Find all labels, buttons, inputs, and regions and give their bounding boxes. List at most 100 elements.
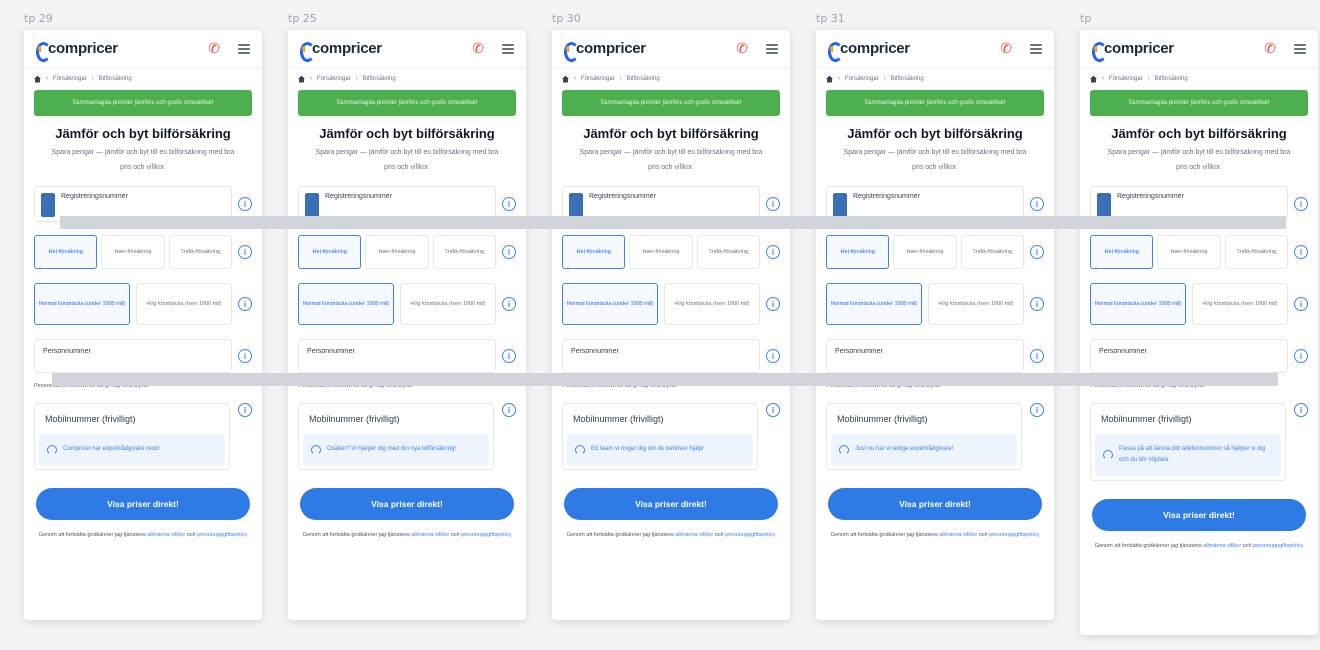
info-icon[interactable]: i [1030, 349, 1044, 363]
coverage-option-full[interactable]: Hel-försäkring [562, 235, 626, 269]
info-icon[interactable]: i [1294, 297, 1308, 311]
personal-number-input[interactable]: Personnummer [298, 339, 496, 373]
mileage-option-normal[interactable]: Normal körsträcka (under 1000 mil) [826, 283, 922, 325]
privacy-link[interactable]: personuppgiftspolicy [197, 532, 247, 538]
home-icon[interactable] [34, 75, 41, 83]
privacy-link[interactable]: personuppgiftspolicy [989, 532, 1039, 538]
brand-logo[interactable]: compricer [828, 40, 910, 62]
home-icon[interactable] [826, 75, 833, 83]
info-icon[interactable]: i [502, 245, 516, 259]
info-icon[interactable]: i [766, 403, 780, 417]
breadcrumb-item[interactable]: Försäkringar [1109, 76, 1143, 82]
coverage-option-traffic[interactable]: Trafik-försäkring [1224, 235, 1288, 269]
breadcrumb-item[interactable]: Försäkringar [845, 76, 879, 82]
brand-logo[interactable]: compricer [1092, 40, 1174, 62]
info-icon[interactable]: i [1030, 197, 1044, 211]
coverage-option-half[interactable]: Halv-försäkring [893, 235, 957, 269]
coverage-option-full[interactable]: Hel-försäkring [1090, 235, 1154, 269]
breadcrumb-item[interactable]: Bilförsäkring [99, 76, 132, 82]
brand-logo[interactable]: compricer [300, 40, 382, 62]
info-icon[interactable]: i [1030, 245, 1044, 259]
coverage-option-traffic[interactable]: Trafik-försäkring [432, 235, 496, 269]
info-icon[interactable]: i [766, 297, 780, 311]
terms-link[interactable]: allmänna villkor [675, 532, 713, 538]
mileage-option-high[interactable]: Hög körsträcka (över 1000 mil) [664, 283, 760, 325]
privacy-link[interactable]: personuppgiftspolicy [1253, 543, 1303, 549]
info-icon[interactable]: i [502, 297, 516, 311]
mileage-option-high[interactable]: Hög körsträcka (över 1000 mil) [1192, 283, 1288, 325]
coverage-option-half[interactable]: Halv-försäkring [629, 235, 693, 269]
hamburger-menu-icon[interactable] [1030, 43, 1042, 54]
info-icon[interactable]: i [766, 197, 780, 211]
terms-link[interactable]: allmänna villkor [147, 532, 185, 538]
show-prices-button[interactable]: Visa priser direkt! [36, 488, 250, 520]
privacy-link[interactable]: personuppgiftspolicy [725, 532, 775, 538]
coverage-option-traffic[interactable]: Trafik-försäkring [168, 235, 232, 269]
hamburger-menu-icon[interactable] [502, 43, 514, 54]
info-icon[interactable]: i [1294, 349, 1308, 363]
mileage-option-high[interactable]: Hög körsträcka (över 1000 mil) [400, 283, 496, 325]
info-icon[interactable]: i [502, 197, 516, 211]
mobile-number-input[interactable]: Mobilnummer (frivilligt) [35, 404, 229, 434]
brand-logo[interactable]: compricer [564, 40, 646, 62]
breadcrumb-item[interactable]: Bilförsäkring [363, 76, 396, 82]
home-icon[interactable] [562, 75, 569, 83]
breadcrumb-item[interactable]: Försäkringar [317, 76, 351, 82]
info-icon[interactable]: i [502, 403, 516, 417]
show-prices-button[interactable]: Visa priser direkt! [828, 488, 1042, 520]
phone-icon[interactable]: ✆ [208, 40, 220, 57]
mileage-option-high[interactable]: Hög körsträcka (över 1000 mil) [136, 283, 232, 325]
home-icon[interactable] [1090, 75, 1097, 83]
terms-link[interactable]: allmänna villkor [1203, 543, 1241, 549]
coverage-option-full[interactable]: Hel-försäkring [826, 235, 890, 269]
info-icon[interactable]: i [238, 349, 252, 363]
info-icon[interactable]: i [238, 297, 252, 311]
hamburger-menu-icon[interactable] [238, 43, 250, 54]
phone-icon[interactable]: ✆ [736, 40, 748, 57]
hamburger-menu-icon[interactable] [1294, 43, 1306, 54]
info-icon[interactable]: i [766, 245, 780, 259]
breadcrumb-item[interactable]: Försäkringar [581, 76, 615, 82]
coverage-option-traffic[interactable]: Trafik-försäkring [960, 235, 1024, 269]
mobile-number-input[interactable]: Mobilnummer (frivilligt) [1091, 404, 1285, 434]
terms-link[interactable]: allmänna villkor [411, 532, 449, 538]
personal-number-input[interactable]: Personnummer [826, 339, 1024, 373]
coverage-option-half[interactable]: Halv-försäkring [365, 235, 429, 269]
coverage-option-full[interactable]: Hel-försäkring [34, 235, 98, 269]
info-icon[interactable]: i [766, 349, 780, 363]
show-prices-button[interactable]: Visa priser direkt! [1092, 499, 1306, 531]
show-prices-button[interactable]: Visa priser direkt! [300, 488, 514, 520]
mileage-option-normal[interactable]: Normal körsträcka (under 1000 mil) [562, 283, 658, 325]
phone-icon[interactable]: ✆ [472, 40, 484, 57]
info-icon[interactable]: i [1294, 403, 1308, 417]
mileage-option-normal[interactable]: Normal körsträcka (under 1000 mil) [298, 283, 394, 325]
phone-icon[interactable]: ✆ [1000, 40, 1012, 57]
info-icon[interactable]: i [1030, 403, 1044, 417]
info-icon[interactable]: i [502, 349, 516, 363]
mobile-number-input[interactable]: Mobilnummer (frivilligt) [827, 404, 1021, 434]
brand-logo[interactable]: compricer [36, 40, 118, 62]
hamburger-menu-icon[interactable] [766, 43, 778, 54]
info-icon[interactable]: i [238, 197, 252, 211]
mileage-option-high[interactable]: Hög körsträcka (över 1000 mil) [928, 283, 1024, 325]
personal-number-input[interactable]: Personnummer [1090, 339, 1288, 373]
personal-number-input[interactable]: Personnummer [34, 339, 232, 373]
home-icon[interactable] [298, 75, 305, 83]
info-icon[interactable]: i [238, 245, 252, 259]
info-icon[interactable]: i [1294, 245, 1308, 259]
phone-icon[interactable]: ✆ [1264, 40, 1276, 57]
coverage-option-half[interactable]: Halv-försäkring [1157, 235, 1221, 269]
coverage-option-traffic[interactable]: Trafik-försäkring [696, 235, 760, 269]
show-prices-button[interactable]: Visa priser direkt! [564, 488, 778, 520]
terms-link[interactable]: allmänna villkor [939, 532, 977, 538]
breadcrumb-item[interactable]: Bilförsäkring [627, 76, 660, 82]
breadcrumb-item[interactable]: Bilförsäkring [1155, 76, 1188, 82]
mileage-option-normal[interactable]: Normal körsträcka (under 1000 mil) [34, 283, 130, 325]
coverage-option-half[interactable]: Halv-försäkring [101, 235, 165, 269]
breadcrumb-item[interactable]: Bilförsäkring [891, 76, 924, 82]
info-icon[interactable]: i [238, 403, 252, 417]
info-icon[interactable]: i [1030, 297, 1044, 311]
breadcrumb-item[interactable]: Försäkringar [53, 76, 87, 82]
mobile-number-input[interactable]: Mobilnummer (frivilligt) [299, 404, 493, 434]
mobile-number-input[interactable]: Mobilnummer (frivilligt) [563, 404, 757, 434]
